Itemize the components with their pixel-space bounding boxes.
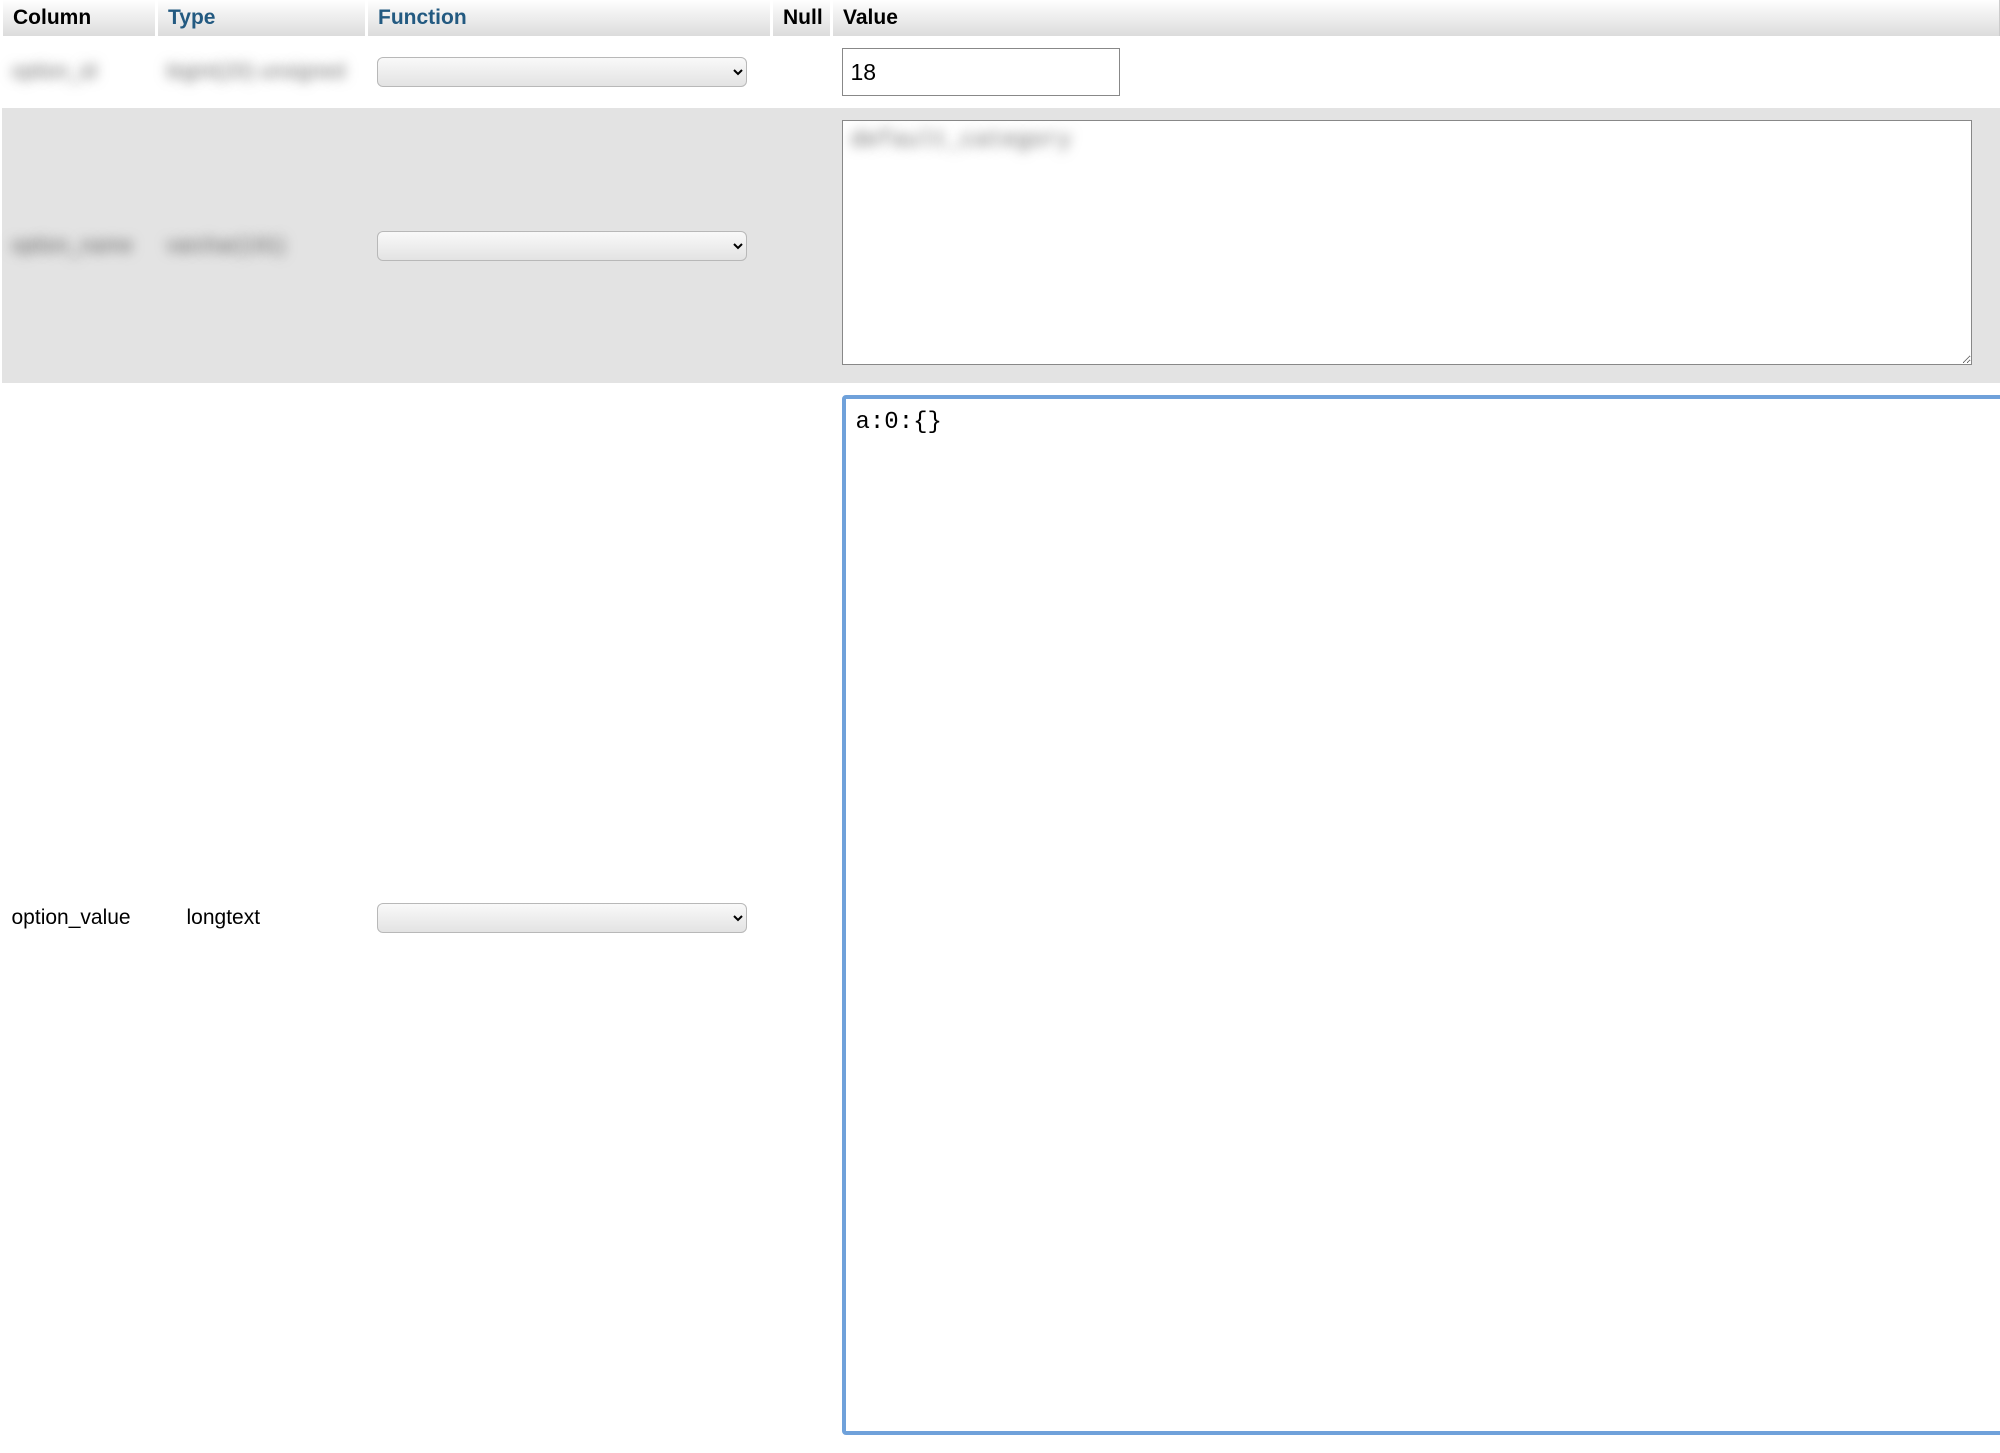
value-textarea[interactable] <box>842 120 1972 365</box>
null-cell <box>772 36 832 108</box>
value-cell <box>832 383 2000 1453</box>
header-value: Value <box>832 0 2000 36</box>
null-cell <box>772 108 832 383</box>
column-name: option_id <box>2 36 157 108</box>
column-name: option_value <box>2 383 157 1453</box>
function-select[interactable] <box>377 231 747 261</box>
function-cell <box>367 383 772 1453</box>
null-cell <box>772 383 832 1453</box>
value-cell <box>832 36 2000 108</box>
function-cell <box>367 108 772 383</box>
row-2: option_value longtext <box>2 383 2000 1453</box>
value-cell <box>832 108 2000 383</box>
column-type: longtext <box>157 383 367 1453</box>
header-null: Null <box>772 0 832 36</box>
row-0: option_id bigint(20) unsigned <box>2 36 2000 108</box>
function-cell <box>367 36 772 108</box>
header-function[interactable]: Function <box>367 0 772 36</box>
edit-table: Column Type Function Null Value option_i… <box>0 0 2000 1453</box>
column-type: bigint(20) unsigned <box>157 36 367 108</box>
header-row: Column Type Function Null Value <box>2 0 2000 36</box>
column-type: varchar(191) <box>157 108 367 383</box>
column-name: option_name <box>2 108 157 383</box>
row-1: option_name varchar(191) <box>2 108 2000 383</box>
function-select[interactable] <box>377 57 747 87</box>
header-type[interactable]: Type <box>157 0 367 36</box>
function-select[interactable] <box>377 903 747 933</box>
header-column: Column <box>2 0 157 36</box>
value-input[interactable] <box>842 48 1120 96</box>
value-textarea-focused[interactable] <box>842 395 2000 1435</box>
